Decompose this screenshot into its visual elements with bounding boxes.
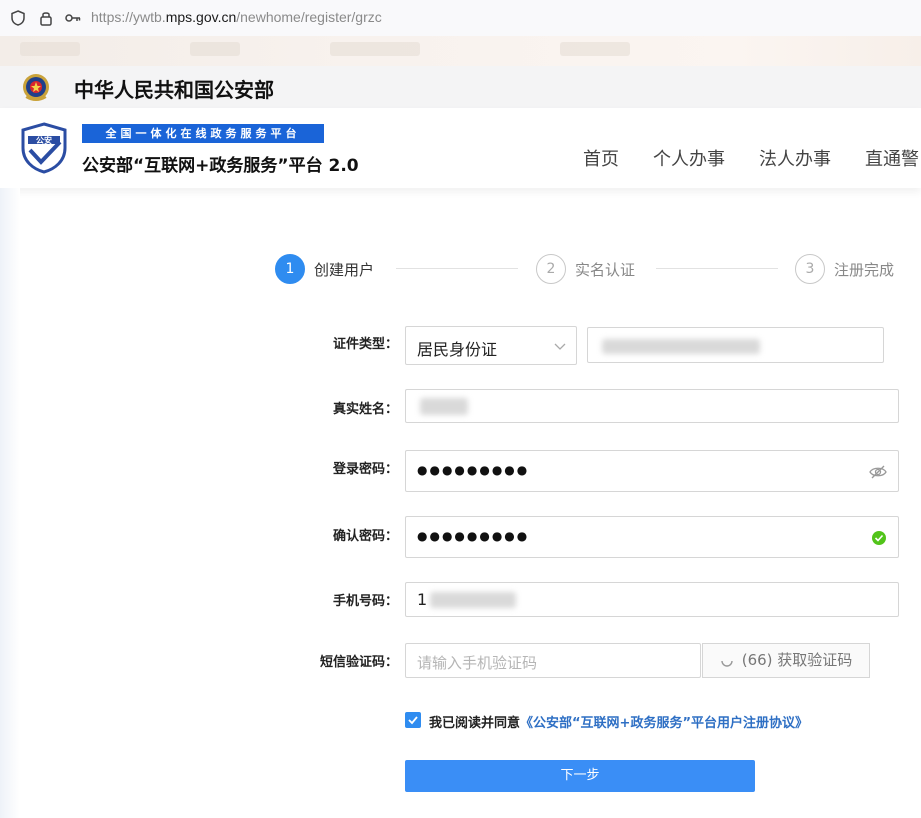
step-real-name: 2 实名认证 [536, 254, 635, 284]
platform-shield-logo[interactable]: 公安 [19, 122, 69, 174]
left-edge-shadow [0, 188, 20, 818]
step-label: 注册完成 [834, 260, 895, 279]
url-text[interactable]: https://ywtb.mps.gov.cn/newhome/register… [91, 9, 382, 25]
step-label: 创建用户 [314, 260, 375, 279]
nav-item-police[interactable]: 直通警 [865, 145, 919, 171]
sms-code-label: 短信验证码： [319, 655, 398, 670]
shield-icon [11, 10, 25, 26]
ministry-title: 中华人民共和国公安部 [74, 78, 274, 102]
redacted-id-number [602, 339, 760, 354]
id-type-value: 居民身份证 [417, 340, 498, 359]
loading-spinner-icon [721, 660, 733, 667]
password-input[interactable]: ●●●●●●●●● [405, 450, 899, 492]
step-number: 2 [536, 254, 566, 284]
next-step-button[interactable]: 下一步 [405, 760, 755, 792]
checkmark-icon [408, 716, 418, 725]
agree-prefix: 我已阅读并同意 [429, 716, 521, 731]
chevron-down-icon [554, 343, 566, 350]
step-create-user: 1 创建用户 [275, 254, 374, 284]
password-value: ●●●●●●●●● [417, 463, 530, 477]
step-divider [656, 268, 778, 269]
check-circle-icon [872, 531, 886, 545]
nav-item-corporate[interactable]: 法人办事 [759, 145, 831, 171]
nav-item-personal[interactable]: 个人办事 [653, 145, 725, 171]
agree-checkbox[interactable] [405, 712, 421, 728]
sms-code-placeholder: 请输入手机验证码 [417, 654, 538, 672]
step-number: 3 [795, 254, 825, 284]
site-header: 公安 全国一体化在线政务服务平台 公安部“互联网+政务服务”平台 2.0 首页 … [0, 108, 921, 188]
government-platform-banner: 全国一体化在线政务服务平台 [82, 124, 324, 143]
redacted-phone [430, 592, 516, 608]
step-divider [396, 268, 518, 269]
phone-input[interactable]: 1 [405, 582, 899, 617]
step-complete: 3 注册完成 [795, 254, 894, 284]
phone-prefix: 1 [417, 590, 428, 609]
lock-icon [40, 12, 52, 26]
browser-url-bar[interactable]: https://ywtb.mps.gov.cn/newhome/register… [0, 0, 921, 36]
password-label: 登录密码： [332, 462, 398, 477]
agreement-link[interactable]: 《公安部“互联网+政务服务”平台用户注册协议》 [520, 716, 808, 731]
agreement-text: 我已阅读并同意《公安部“互联网+政务服务”平台用户注册协议》 [429, 712, 808, 731]
step-label: 实名认证 [575, 260, 636, 279]
id-type-label: 证件类型： [332, 337, 398, 352]
confirm-password-value: ●●●●●●●●● [417, 529, 530, 543]
nav-item-home[interactable]: 首页 [583, 145, 619, 171]
blurred-bookmarks-strip [0, 36, 921, 66]
get-sms-code-button[interactable]: (66) 获取验证码 [702, 643, 870, 678]
id-type-select[interactable]: 居民身份证 [405, 326, 577, 365]
phone-label: 手机号码： [332, 594, 398, 609]
key-icon [65, 14, 81, 22]
police-emblem-icon [23, 74, 49, 101]
real-name-input[interactable] [405, 389, 899, 423]
real-name-label: 真实姓名： [332, 402, 398, 417]
eye-slash-icon[interactable] [869, 464, 887, 480]
confirm-password-input[interactable]: ●●●●●●●●● [405, 516, 899, 558]
ministry-band: 中华人民共和国公安部 [0, 66, 921, 108]
confirm-password-label: 确认密码： [332, 529, 398, 544]
logo-text: 公安 [36, 135, 52, 145]
step-number: 1 [275, 254, 305, 284]
main-nav: 首页 个人办事 法人办事 直通警 [583, 145, 921, 171]
platform-title: 公安部“互联网+政务服务”平台 2.0 [82, 156, 359, 176]
redacted-name [420, 398, 468, 415]
sms-code-input[interactable]: 请输入手机验证码 [405, 643, 701, 678]
id-number-input[interactable] [587, 327, 884, 363]
get-sms-code-label: (66) 获取验证码 [741, 651, 853, 669]
